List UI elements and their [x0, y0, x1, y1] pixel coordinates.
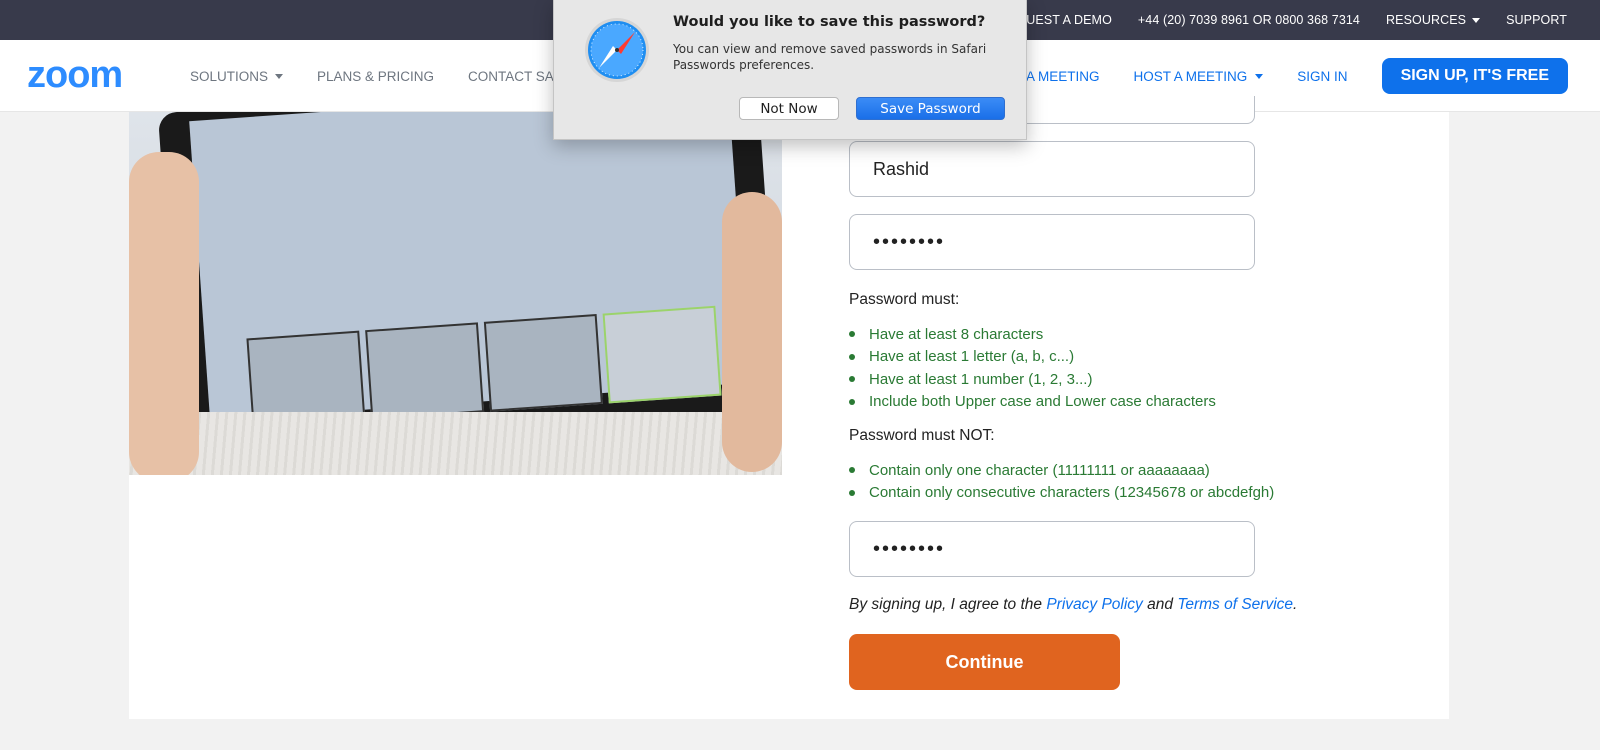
chevron-down-icon — [1472, 17, 1481, 23]
agree-and: and — [1147, 596, 1173, 613]
rule-item: Have at least 1 number (1, 2, 3...) — [849, 368, 1216, 391]
rule-item: Have at least 1 letter (a, b, c...) — [849, 346, 1216, 369]
solutions-menu[interactable]: SOLUTIONS — [190, 68, 284, 84]
chevron-down-icon — [275, 73, 284, 79]
agree-period: . — [1293, 596, 1298, 613]
save-password-button[interactable]: Save Password — [856, 97, 1005, 120]
password-input[interactable]: •••••••• — [849, 214, 1255, 270]
right-hand — [722, 192, 782, 472]
nav-left: SOLUTIONS PLANS & PRICING CONTACT SALES — [190, 40, 579, 112]
desk-surface — [129, 412, 782, 475]
phone-number[interactable]: +44 (20) 7039 8961 OR 0800 368 7314 — [1138, 13, 1360, 27]
rule-item: Contain only one character (11111111 or … — [849, 459, 1274, 482]
dialog-message: You can view and remove saved passwords … — [673, 42, 987, 72]
password-must-not-label: Password must NOT: — [849, 427, 995, 444]
rule-item: Have at least 8 characters — [849, 323, 1216, 346]
solutions-label: SOLUTIONS — [190, 68, 269, 84]
agree-prefix: By signing up, I agree to the — [849, 596, 1043, 613]
svg-text:zoom: zoom — [27, 58, 122, 92]
save-password-dialog: Would you like to save this password? Yo… — [553, 0, 1027, 140]
chevron-down-icon — [1255, 73, 1264, 79]
zoom-logo[interactable]: zoom — [27, 58, 151, 92]
support-link[interactable]: SUPPORT — [1506, 13, 1567, 27]
continue-button[interactable]: Continue — [849, 634, 1120, 690]
utility-links: REQUEST A DEMO +44 (20) 7039 8961 OR 080… — [999, 0, 1567, 40]
hero-photo — [129, 112, 782, 475]
dialog-title: Would you like to save this password? — [673, 14, 986, 30]
safari-compass-icon — [585, 18, 649, 82]
password-must-not-list: Contain only one character (11111111 or … — [849, 459, 1274, 504]
sign-up-button[interactable]: SIGN UP, IT'S FREE — [1381, 58, 1568, 94]
resources-label: RESOURCES — [1386, 13, 1467, 27]
host-meeting-label: HOST A MEETING — [1133, 68, 1248, 84]
confirm-password-input[interactable]: •••••••• — [849, 521, 1255, 577]
last-name-input[interactable]: Rashid — [849, 141, 1255, 197]
terms-of-service-link[interactable]: Terms of Service — [1177, 596, 1293, 613]
rule-item: Contain only consecutive characters (123… — [849, 482, 1274, 505]
left-hand — [129, 152, 199, 475]
resources-menu[interactable]: RESOURCES — [1386, 13, 1481, 27]
password-must-list: Have at least 8 characters Have at least… — [849, 323, 1216, 413]
sign-in-link[interactable]: SIGN IN — [1297, 69, 1347, 84]
password-must-label: Password must: — [849, 291, 960, 308]
not-now-button[interactable]: Not Now — [739, 97, 839, 120]
terms-agreement: By signing up, I agree to the Privacy Po… — [849, 596, 1297, 614]
host-meeting-menu[interactable]: HOST A MEETING — [1134, 69, 1264, 84]
plans-pricing-link[interactable]: PLANS & PRICING — [317, 69, 434, 84]
privacy-policy-link[interactable]: Privacy Policy — [1046, 596, 1142, 613]
rule-item: Include both Upper case and Lower case c… — [849, 391, 1216, 414]
